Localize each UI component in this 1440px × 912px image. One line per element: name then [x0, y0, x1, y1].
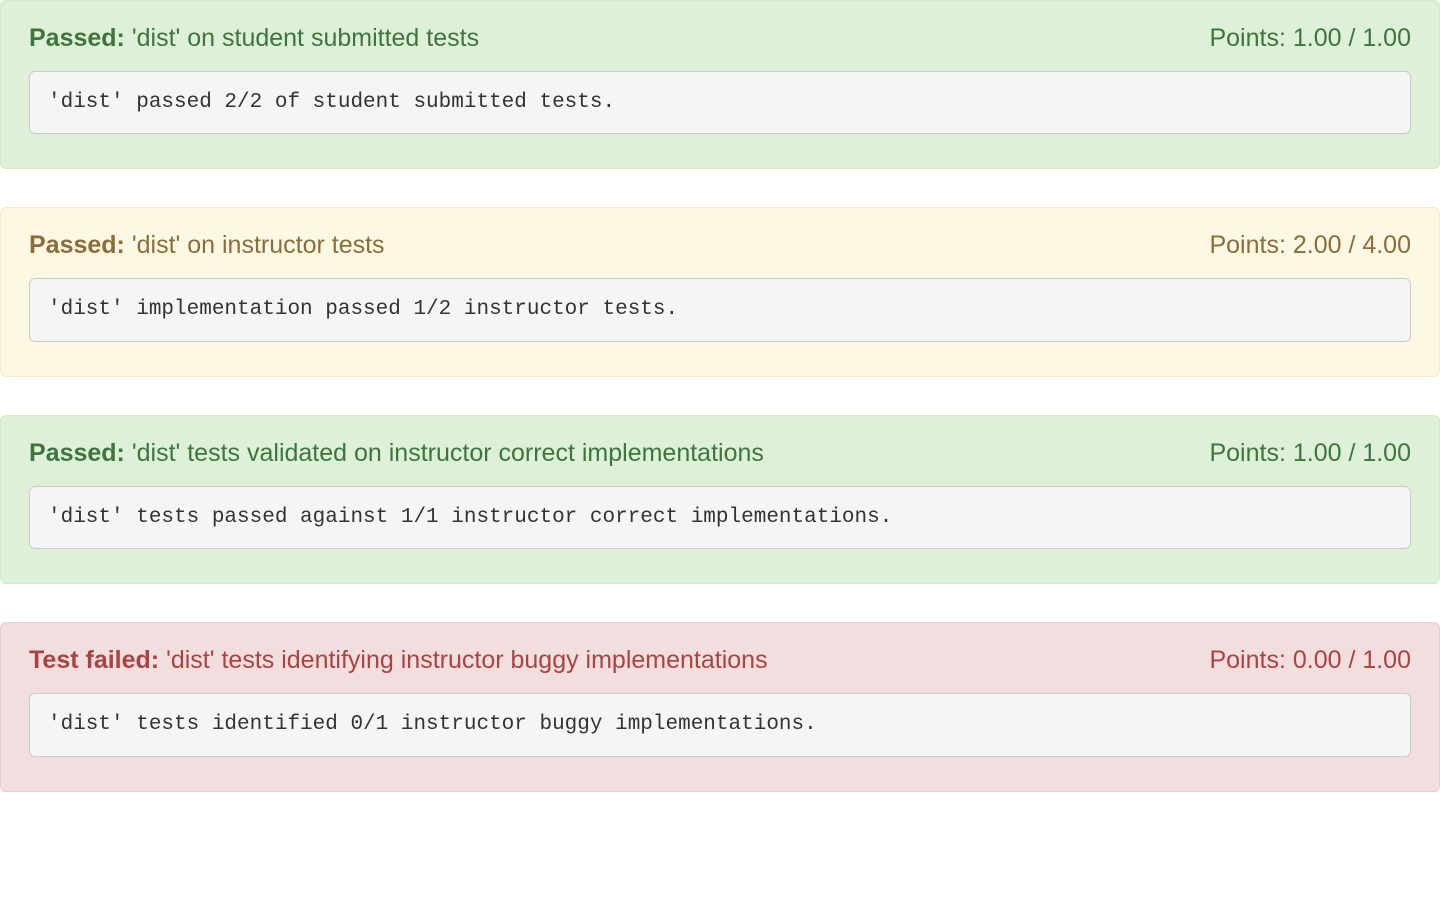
result-header: Test failed: 'dist' tests identifying in…: [29, 645, 1411, 675]
result-title-wrap: Test failed: 'dist' tests identifying in…: [29, 645, 768, 675]
points-label: Points: 0.00 / 1.00: [1209, 646, 1411, 675]
result-panel: Test failed: 'dist' tests identifying in…: [0, 622, 1440, 791]
points-label: Points: 1.00 / 1.00: [1209, 24, 1411, 53]
result-title: 'dist' on instructor tests: [132, 231, 385, 259]
result-header: Passed: 'dist' on instructor tests Points…: [29, 230, 1411, 260]
result-title: 'dist' tests validated on instructor cor…: [132, 439, 764, 467]
result-message: 'dist' passed 2/2 of student submitted t…: [29, 71, 1411, 134]
result-message: 'dist' tests passed against 1/1 instruct…: [29, 486, 1411, 549]
result-title: 'dist' on student submitted tests: [132, 24, 479, 52]
status-label: Test failed:: [29, 646, 159, 674]
status-label: Passed:: [29, 231, 125, 259]
result-title-wrap: Passed: 'dist' on instructor tests: [29, 230, 385, 260]
results-list: Passed: 'dist' on student submitted test…: [0, 0, 1440, 792]
result-title-wrap: Passed: 'dist' tests validated on instru…: [29, 438, 764, 468]
result-panel: Passed: 'dist' tests validated on instru…: [0, 415, 1440, 584]
points-label: Points: 1.00 / 1.00: [1209, 439, 1411, 468]
status-label: Passed:: [29, 24, 125, 52]
result-panel: Passed: 'dist' on student submitted test…: [0, 0, 1440, 169]
result-header: Passed: 'dist' tests validated on instru…: [29, 438, 1411, 468]
result-message: 'dist' tests identified 0/1 instructor b…: [29, 693, 1411, 756]
result-header: Passed: 'dist' on student submitted test…: [29, 23, 1411, 53]
result-message: 'dist' implementation passed 1/2 instruc…: [29, 278, 1411, 341]
result-title: 'dist' tests identifying instructor bugg…: [166, 646, 768, 674]
points-label: Points: 2.00 / 4.00: [1209, 231, 1411, 260]
status-label: Passed:: [29, 439, 125, 467]
result-title-wrap: Passed: 'dist' on student submitted test…: [29, 23, 479, 53]
result-panel: Passed: 'dist' on instructor tests Points…: [0, 207, 1440, 376]
